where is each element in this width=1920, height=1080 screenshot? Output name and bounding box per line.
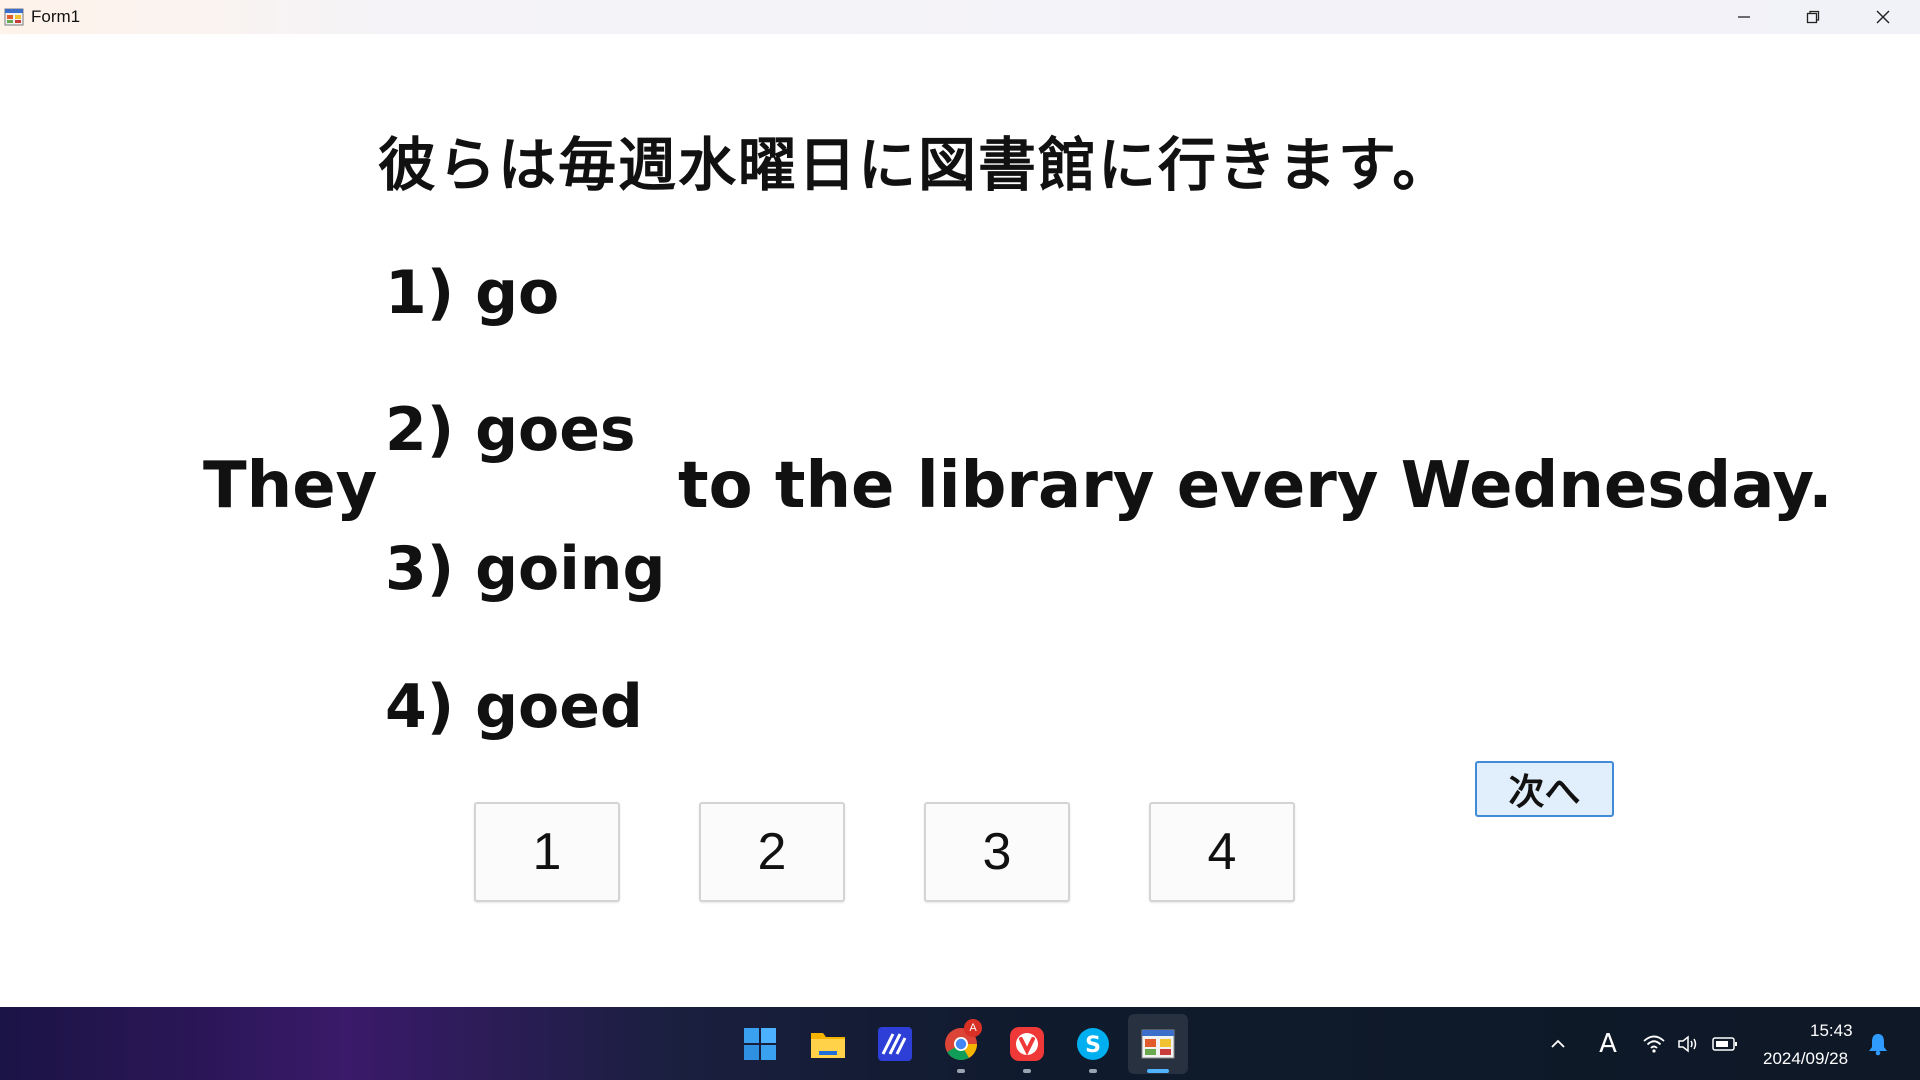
option-number: 2) (385, 395, 455, 465)
svg-text:S: S (1085, 1033, 1101, 1058)
volume-icon[interactable] (1675, 1031, 1701, 1057)
option-text: goed (475, 672, 643, 742)
close-button[interactable] (1848, 0, 1918, 34)
active-indicator (1147, 1069, 1169, 1073)
chevron-up-icon[interactable] (1545, 1031, 1571, 1057)
option-number: 4) (385, 672, 455, 742)
vivaldi-icon[interactable] (1008, 1025, 1046, 1063)
running-indicator (1089, 1069, 1097, 1073)
restore-icon (1806, 10, 1820, 24)
option-4: 4) goed (385, 672, 643, 742)
title-bar: Form1 (0, 0, 1920, 34)
clock-time[interactable]: 15:43 (1810, 1021, 1853, 1041)
window-title: Form1 (31, 7, 81, 26)
next-button[interactable]: 次へ (1475, 761, 1614, 817)
running-indicator (1023, 1069, 1031, 1073)
file-explorer-icon[interactable] (809, 1025, 847, 1063)
clock-date[interactable]: 2024/09/28 (1763, 1049, 1848, 1069)
answer-button-4[interactable]: 4 (1149, 802, 1295, 902)
close-icon (1876, 10, 1890, 24)
answer-button-2[interactable]: 2 (699, 802, 845, 902)
notification-bell-icon[interactable] (1865, 1031, 1891, 1057)
wifi-icon[interactable] (1641, 1031, 1667, 1057)
minimize-icon (1738, 16, 1750, 18)
option-number: 3) (385, 534, 455, 604)
skype-icon[interactable]: S (1074, 1025, 1112, 1063)
app-a-icon[interactable] (876, 1025, 914, 1063)
option-3: 3) going (385, 534, 665, 604)
form-body: 彼らは毎週水曜日に図書館に行きます。 They to the library e… (0, 34, 1920, 1007)
restore-button[interactable] (1778, 0, 1848, 34)
option-1: 1) go (385, 258, 559, 328)
minimize-button[interactable] (1709, 0, 1779, 34)
battery-icon[interactable] (1712, 1031, 1738, 1057)
form-app-taskbar-icon[interactable] (1139, 1025, 1177, 1063)
sentence-start: They (203, 449, 378, 523)
option-text: go (475, 258, 560, 328)
japanese-sentence: 彼らは毎週水曜日に図書館に行きます。 (378, 131, 1453, 199)
option-text: goes (475, 395, 636, 465)
form-app-icon[interactable] (4, 7, 24, 27)
sentence-end: to the library every Wednesday. (678, 449, 1833, 523)
answer-button-3[interactable]: 3 (924, 802, 1070, 902)
chrome-profile-badge: A (964, 1019, 982, 1037)
option-number: 1) (385, 258, 455, 328)
option-2: 2) goes (385, 395, 636, 465)
running-indicator (957, 1069, 965, 1073)
answer-button-1[interactable]: 1 (474, 802, 620, 902)
start-icon[interactable] (741, 1025, 779, 1063)
ime-indicator[interactable]: A (1595, 1029, 1621, 1059)
option-text: going (475, 534, 666, 604)
taskbar: A S A 15:43 2024/09/28 (0, 1007, 1920, 1080)
